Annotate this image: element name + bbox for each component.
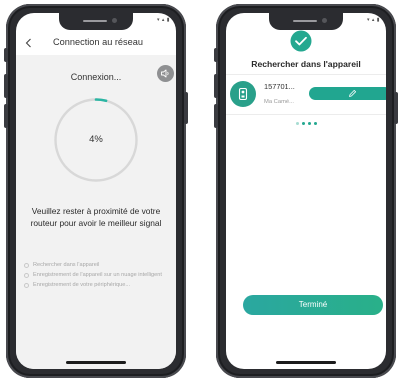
done-button[interactable]: Terminé xyxy=(243,295,383,315)
status-icons: ▾ ▴ ▮ xyxy=(156,17,170,23)
step-item: Rechercher dans l'appareil xyxy=(24,262,172,269)
header: Connection au réseau xyxy=(16,31,176,55)
volume-down-button xyxy=(214,104,218,128)
device-card[interactable]: 157701... Ma Camé... xyxy=(226,74,386,115)
volume-up-button xyxy=(4,74,8,98)
mute-switch xyxy=(4,48,8,62)
mute-switch xyxy=(214,48,218,62)
volume-down-button xyxy=(4,104,8,128)
phone-right: ▾ ▴ ▮ Rechercher dans l'appareil 157701.… xyxy=(214,4,398,378)
pending-dot-icon xyxy=(24,273,29,278)
screen-left: ▾ ▴ ▮ Connection au réseau Connexion... xyxy=(16,13,176,369)
page-title: Rechercher dans l'appareil xyxy=(251,59,361,69)
step-list: Rechercher dans l'appareil Enregistremen… xyxy=(24,262,172,292)
pencil-icon xyxy=(349,90,356,97)
home-indicator xyxy=(66,361,126,364)
check-circle-icon xyxy=(290,30,312,52)
power-button xyxy=(184,92,188,124)
device-name: 157701... xyxy=(264,82,295,91)
notch xyxy=(269,13,343,30)
step-item: Enregistrement de l'appareil sur un nuag… xyxy=(24,272,172,279)
phone-left: ▾ ▴ ▮ Connection au réseau Connexion... xyxy=(4,4,188,378)
volume-up-button xyxy=(214,74,218,98)
status-icons: ▾ ▴ ▮ xyxy=(366,17,380,23)
power-button xyxy=(394,92,398,124)
proximity-advice: Veuillez rester à proximité de votre rou… xyxy=(30,206,162,228)
step-item: Enregistrement de votre périphérique... xyxy=(24,282,172,289)
progress-percent: 4% xyxy=(89,134,103,145)
connection-content: Connexion... 4% Veuillez rester à proxim… xyxy=(16,55,176,369)
loading-indicator xyxy=(226,122,386,125)
edit-device-name-button[interactable] xyxy=(309,87,386,100)
notch xyxy=(59,13,133,30)
page-title: Connection au réseau xyxy=(53,37,143,47)
pending-dot-icon xyxy=(24,263,29,268)
camera-device-icon xyxy=(230,81,256,107)
pending-dot-icon xyxy=(24,283,29,288)
home-indicator xyxy=(276,361,336,364)
device-subtitle: Ma Camé... xyxy=(264,99,294,105)
connection-status-label: Connexion... xyxy=(70,72,122,82)
screen-right: ▾ ▴ ▮ Rechercher dans l'appareil 157701.… xyxy=(226,13,386,369)
